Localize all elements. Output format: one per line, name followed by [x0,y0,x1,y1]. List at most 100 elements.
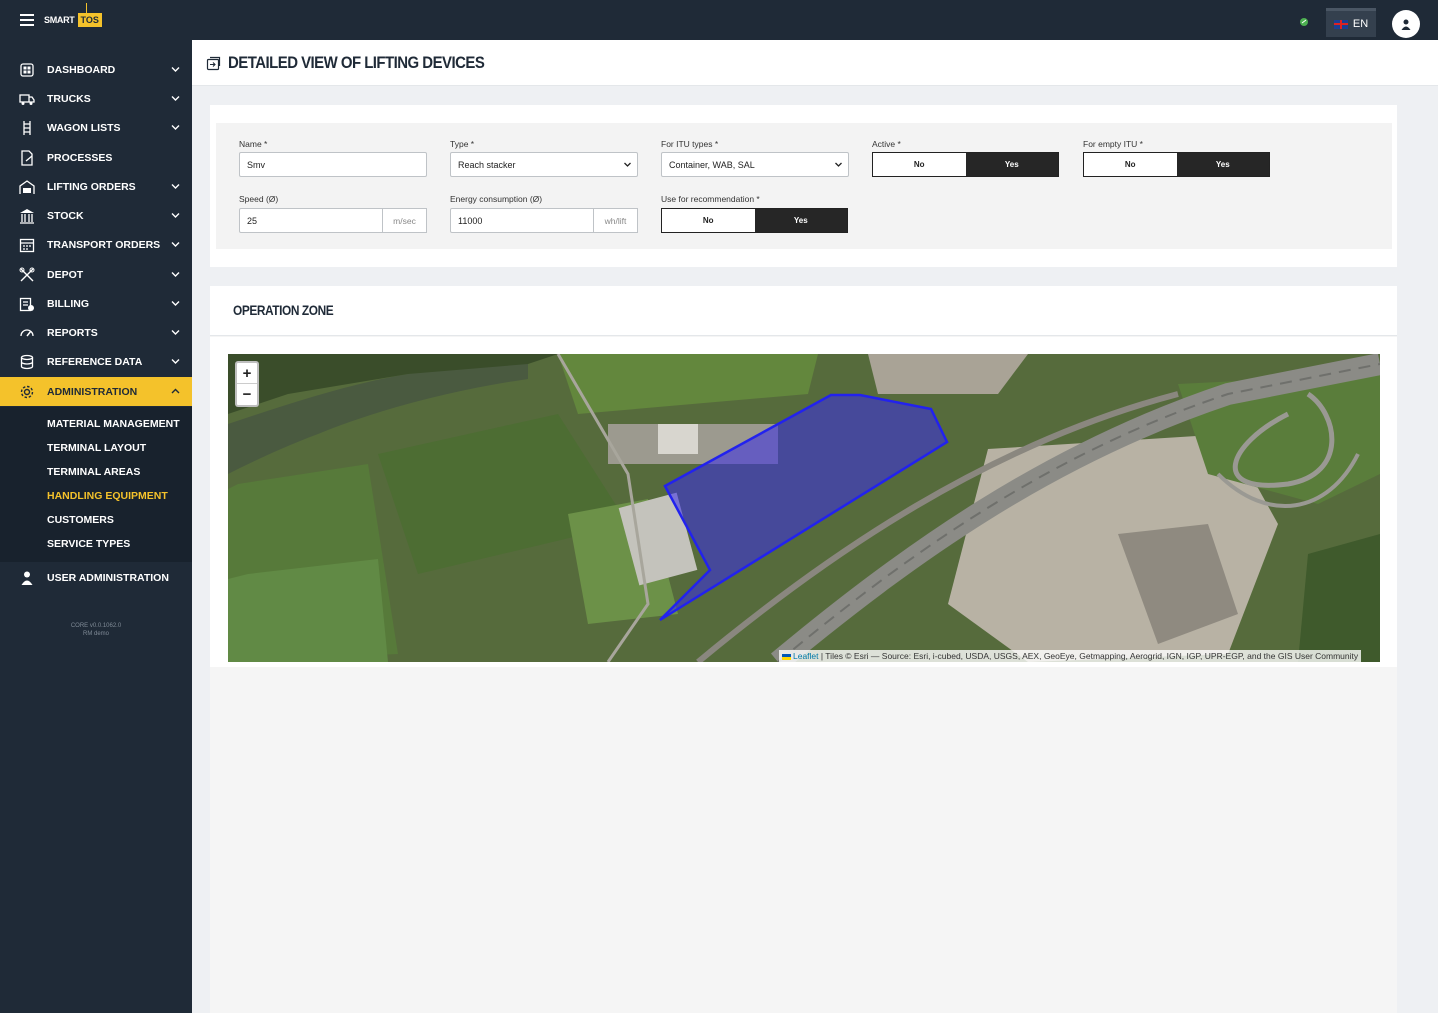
environment-text: RM demo [82,631,109,637]
submenu-item-terminal-areas[interactable]: TERMINAL AREAS [47,466,140,478]
sidebar-item-label: WAGON LISTS [47,121,121,134]
top-bar: SMART TOS EN [0,0,1438,40]
zoom-out-button[interactable]: − [237,384,257,405]
sidebar-item-stock[interactable]: STOCK [0,201,192,230]
lifting-device-icon [206,56,221,71]
chevron-down-icon[interactable] [171,123,180,132]
recommendation-label: Use for recommendation * [661,194,760,204]
chevron-down-icon[interactable] [171,299,180,308]
sidebar-item-wagon-lists[interactable]: WAGON LISTS [0,113,192,142]
database-icon [20,354,34,369]
operation-zone-header [210,286,1397,336]
chevron-down-icon[interactable] [171,211,180,220]
connection-status-icon [1300,18,1308,26]
sidebar-item-transport-orders[interactable]: TRANSPORT ORDERS [0,230,192,259]
sidebar-item-label: DASHBOARD [47,63,116,76]
satellite-map-image [228,354,1380,662]
sidebar-item-label: TRUCKS [47,92,91,105]
zoom-in-button[interactable]: + [237,363,257,384]
tools-icon [19,267,35,281]
sidebar-item-label: ADMINISTRATION [47,385,138,398]
sidebar-item-user-administration[interactable]: USER ADMINISTRATION [0,563,192,592]
wagon-icon [23,120,31,135]
sidebar-item-reports[interactable]: REPORTS [0,318,192,347]
name-input[interactable]: Smv [239,152,427,177]
sidebar-item-label: REPORTS [47,326,98,339]
user-icon [21,571,33,585]
sidebar-item-reference-data[interactable]: REFERENCE DATA [0,347,192,376]
type-select[interactable]: Reach stacker [450,152,638,177]
speed-label: Speed (Ø) [239,194,279,204]
chevron-down-icon [835,162,842,167]
version-text: CORE v0.0.1062.0 [70,623,122,629]
submenu-item-material-management[interactable]: MATERIAL MANAGEMENT [47,418,180,430]
name-label: Name * [239,139,268,149]
attribution-text: | Tiles © Esri — Source: Esri, i-cubed, … [818,651,1359,661]
ukraine-flag-icon [782,653,791,660]
leaflet-link[interactable]: Leaflet [793,651,819,661]
sidebar-item-label: TRANSPORT ORDERS [47,238,161,251]
submenu-item-customers[interactable]: CUSTOMERS [47,514,114,526]
submenu-item-terminal-layout[interactable]: TERMINAL LAYOUT [47,442,146,454]
app-logo[interactable]: SMART TOS [44,3,103,32]
recommendation-toggle: No Yes [661,208,848,233]
language-selector[interactable]: EN [1326,8,1376,37]
chevron-down-icon[interactable] [171,270,180,279]
submenu-item-service-types[interactable]: SERVICE TYPES [47,538,130,550]
recommendation-yes-option[interactable]: Yes [754,209,847,232]
gear-icon [20,385,34,398]
sidebar-item-label: STOCK [47,209,84,222]
speed-input[interactable]: 25 [239,208,383,233]
chevron-down-icon[interactable] [171,65,180,74]
sidebar-item-processes[interactable]: PROCESSES [0,143,192,172]
type-select-value: Reach stacker [458,159,516,170]
sidebar-item-label: PROCESSES [47,151,113,164]
chevron-down-icon[interactable] [171,182,180,191]
chevron-down-icon[interactable] [171,94,180,103]
chevron-down-icon [624,162,631,167]
energy-unit: wh/lift [594,208,638,233]
user-menu-button[interactable] [1392,10,1420,38]
operation-zone-title: OPERATION ZONE [233,302,334,318]
submenu-item-handling-equipment[interactable]: HANDLING EQUIPMENT [47,490,168,502]
active-yes-option[interactable]: Yes [965,153,1058,176]
sidebar-item-dashboard[interactable]: DASHBOARD [0,55,192,84]
lifting-icon [19,179,35,194]
active-toggle: No Yes [872,152,1059,177]
dashboard-icon [20,62,34,77]
active-label: Active * [872,139,901,149]
type-label: Type * [450,139,475,149]
menu-icon[interactable] [20,14,34,26]
itu-types-select[interactable]: Container, WAB, SAL [661,152,849,177]
billing-icon [19,297,34,311]
user-icon [1401,19,1411,30]
chevron-up-icon[interactable] [171,387,180,396]
sidebar-item-lifting-orders[interactable]: LIFTING ORDERS [0,172,192,201]
uk-flag-icon [1333,19,1348,29]
speed-unit: m/sec [383,208,427,233]
sidebar-item-label: LIFTING ORDERS [47,180,136,193]
empty-itu-no-option[interactable]: No [1084,153,1177,176]
active-no-option[interactable]: No [873,153,966,176]
map-attribution: Leaflet | Tiles © Esri — Source: Esri, i… [779,650,1362,662]
energy-label: Energy consumption (Ø) [450,194,543,204]
empty-itu-toggle: No Yes [1083,152,1270,177]
chevron-down-icon[interactable] [171,240,180,249]
sidebar-item-administration[interactable]: ADMINISTRATION [0,377,192,406]
truck-icon [19,93,35,105]
page-title: DETAILED VIEW OF LIFTING DEVICES [228,53,485,72]
sidebar-item-billing[interactable]: BILLING [0,289,192,318]
sidebar-item-depot[interactable]: DEPOT [0,260,192,289]
calendar-icon [19,238,35,252]
sidebar-item-label: DEPOT [47,268,84,281]
empty-itu-label: For empty ITU * [1083,139,1143,149]
empty-itu-yes-option[interactable]: Yes [1176,153,1269,176]
sidebar-item-label: BILLING [47,297,89,310]
chevron-down-icon[interactable] [171,328,180,337]
sidebar-item-trucks[interactable]: TRUCKS [0,84,192,113]
process-icon [21,149,33,166]
operation-zone-map[interactable] [228,354,1380,662]
energy-input[interactable]: 11000 [450,208,594,233]
recommendation-no-option[interactable]: No [662,209,755,232]
chevron-down-icon[interactable] [171,357,180,366]
